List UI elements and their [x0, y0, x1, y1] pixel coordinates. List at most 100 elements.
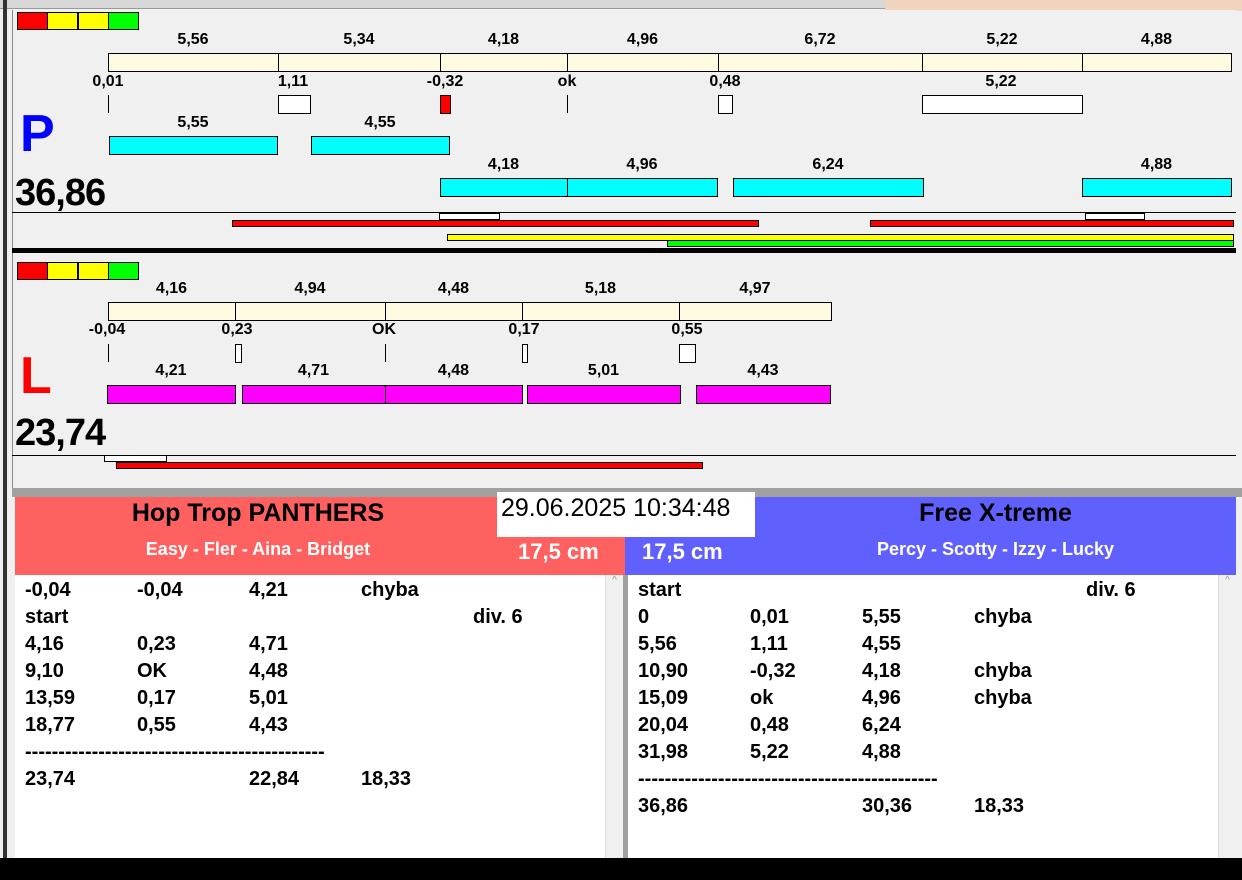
left_team-row-cell: 4,21 — [249, 579, 288, 601]
l-dog-time-bar — [385, 385, 523, 404]
l-run-segment — [235, 302, 386, 321]
l-divider — [12, 455, 1236, 456]
p-run-label: 5,34 — [343, 31, 375, 48]
left_team-row-cell: start — [25, 606, 69, 628]
l-fault-box — [522, 344, 528, 363]
l-dog-time-label: 4,48 — [437, 362, 470, 379]
l-dog-time-label: 4,21 — [155, 362, 187, 379]
l-fault-label: -0,04 — [88, 321, 126, 338]
p-run-label: 5,56 — [177, 31, 209, 48]
p-divider — [12, 212, 1236, 213]
left_team-row-cell: 4,71 — [249, 633, 288, 655]
left-scrollbar[interactable]: ^ — [605, 575, 623, 858]
p-fault-label: -0,32 — [426, 73, 464, 90]
p-green-bar — [667, 240, 1234, 247]
datetime: 29.06.2025 10:34:48 — [497, 492, 755, 537]
right_team-row-cell: 10,90 — [638, 660, 689, 682]
p-dog-time-bar — [567, 178, 718, 197]
right_team-row-cell: 4,55 — [862, 633, 901, 655]
left_team-row-cell: 0,17 — [137, 687, 176, 709]
right-scrollbar[interactable]: ^ — [1218, 575, 1236, 858]
left-team-dogs: Easy - Fler - Aina - Bridget — [145, 539, 371, 559]
left_team-row-cell: ----------------------------------------… — [25, 741, 325, 763]
right_team-row-cell: -0,32 — [750, 660, 796, 682]
l-fault-label: 0,23 — [221, 321, 253, 338]
legend-yellow — [47, 262, 78, 280]
l-fault-label: OK — [372, 321, 396, 338]
right_team-row-cell: chyba — [974, 687, 1032, 709]
l-run-label: 4,97 — [739, 280, 771, 297]
p-total: 36,86 — [15, 172, 106, 214]
l-run-label: 5,18 — [584, 280, 617, 297]
p-fault-box — [440, 95, 451, 114]
left_team-row-cell: OK — [137, 660, 167, 682]
p-fault-label: 0,01 — [92, 73, 124, 90]
left_team-row-cell: 0,55 — [137, 714, 176, 736]
p-run-segment — [278, 53, 441, 72]
right_team-row-cell: chyba — [974, 606, 1032, 628]
left_team-row-cell: 13,59 — [25, 687, 76, 709]
legend-green — [108, 262, 139, 280]
p-fault-box — [718, 95, 733, 114]
l-dog-time-label: 5,01 — [587, 362, 620, 379]
legend-yellow — [47, 12, 78, 30]
right-results-list[interactable] — [628, 575, 1218, 858]
left_team-row-cell: 4,16 — [25, 633, 64, 655]
p-dog-time-label: 4,88 — [1140, 156, 1173, 173]
l-dog-time-bar — [527, 385, 681, 404]
l-run-label: 4,16 — [155, 280, 188, 297]
p-run-segment — [718, 53, 923, 72]
right_team-row-cell: 15,09 — [638, 687, 689, 709]
l-dog-time-label: 4,43 — [747, 362, 779, 379]
scroll-up-icon[interactable]: ^ — [606, 575, 623, 586]
right_team-row-cell: 4,18 — [862, 660, 901, 682]
p-run-label: 4,18 — [487, 31, 520, 48]
p-run-label: 4,88 — [1140, 31, 1173, 48]
bottom-bar — [0, 858, 1242, 880]
l-total: 23,74 — [15, 412, 106, 454]
p-red-bar — [232, 220, 759, 227]
right_team-row-cell: 0,01 — [750, 606, 789, 628]
left_team-row-cell: 18,33 — [361, 768, 412, 790]
scroll-up-icon[interactable]: ^ — [1219, 575, 1236, 586]
l-dog-time-label: 4,71 — [297, 362, 330, 379]
p-run-segment — [108, 53, 279, 72]
l-run-label: 4,94 — [294, 280, 326, 297]
p-dog-time-label: 5,55 — [177, 114, 209, 131]
l-panel — [12, 253, 1236, 488]
p-run-segment — [567, 53, 719, 72]
right_team-row-cell: 5,56 — [638, 633, 677, 655]
p-dog-time-label: 6,24 — [812, 156, 844, 173]
p-fault-label: 0,48 — [709, 73, 741, 90]
p-run-segment — [1082, 53, 1232, 72]
legend-yellow — [78, 262, 109, 280]
right_team-row-cell: 4,88 — [862, 741, 901, 763]
left-team-height: 17,5 cm — [518, 539, 599, 564]
l-fault-box — [679, 344, 696, 363]
l-dog-time-bar — [242, 385, 386, 404]
p-letter: P — [20, 105, 55, 163]
right_team-row-cell: start — [638, 579, 682, 601]
p-run-label: 6,72 — [804, 31, 836, 48]
right_team-row-cell: div. 6 — [1086, 579, 1136, 601]
left_team-row-cell: 5,01 — [249, 687, 288, 709]
left_team-row-cell: 4,43 — [249, 714, 288, 736]
p-dog-time-bar — [311, 136, 450, 155]
right_team-row-cell: 6,24 — [862, 714, 901, 736]
p-run-segment — [440, 53, 568, 72]
legend-red — [17, 12, 48, 30]
left_team-row-cell: 4,48 — [249, 660, 288, 682]
l-tick — [385, 344, 386, 362]
p-fault-box — [278, 95, 311, 114]
l-fault-box — [235, 344, 242, 363]
p-dog-time-label: 4,96 — [626, 156, 658, 173]
legend-green — [108, 12, 139, 30]
p-fault-box — [922, 95, 1083, 114]
right_team-row-cell: 0 — [638, 606, 650, 628]
l-fault-label: 0,55 — [671, 321, 703, 338]
left_team-row-cell: -0,04 — [25, 579, 71, 601]
right-team-height: 17,5 cm — [642, 539, 723, 564]
p-progress-marker — [439, 213, 500, 220]
right_team-row-cell: 36,86 — [638, 795, 689, 817]
l-run-segment — [385, 302, 523, 321]
